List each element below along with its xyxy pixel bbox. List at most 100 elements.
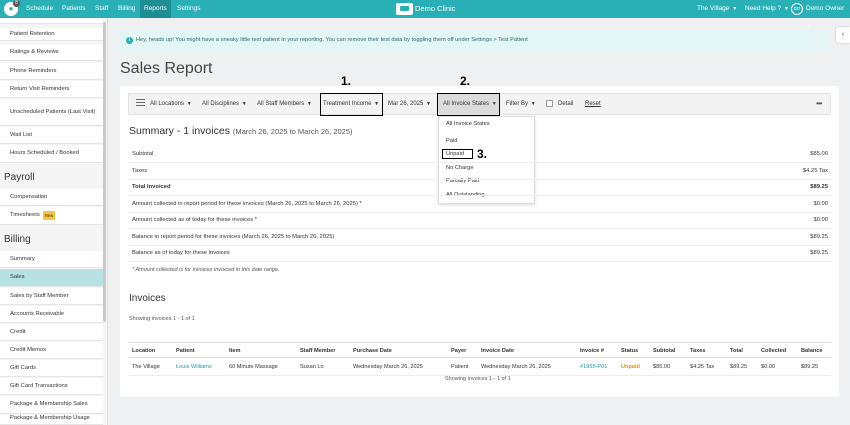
sidebar-heading-payroll: Payroll: [4, 172, 35, 183]
summary-row-balance-period: Balance in report period for these invoi…: [129, 229, 831, 246]
sidebar-item-return-visit-reminders[interactable]: Return Visit Reminders: [0, 81, 103, 98]
filter-label: All Locations: [150, 101, 185, 107]
annotation-box-2: [437, 93, 500, 116]
summary-label: Amount collected as of today for these i…: [132, 217, 258, 223]
cell-payer: Patient: [451, 364, 469, 370]
nav-schedule[interactable]: Schedule: [26, 0, 53, 18]
dropdown-option-all-invoice-states[interactable]: All Invoice States: [446, 121, 490, 127]
col-patient[interactable]: Patient: [176, 343, 195, 359]
sidebar-item-package-membership-sales[interactable]: Package & Membership Sales: [0, 396, 103, 414]
cell-invoice-number-link[interactable]: #1955-P01: [580, 358, 607, 376]
help-menu[interactable]: Need Help ? ▼: [745, 0, 789, 18]
filter-locations[interactable]: All Locations ▼: [150, 94, 192, 114]
col-invoice-date[interactable]: Invoice Date: [481, 343, 514, 359]
filter-by[interactable]: Filter By ▼: [506, 94, 536, 114]
filter-label: All Disciplines: [202, 101, 240, 107]
avatar[interactable]: DO: [791, 3, 803, 15]
top-navigation-bar: ● 8 Schedule Patients Staff Billing Repo…: [0, 0, 850, 29]
chevron-down-icon: ▼: [186, 101, 192, 107]
nav-staff[interactable]: Staff: [95, 0, 108, 18]
sidebar-item-previous[interactable]: [0, 18, 103, 24]
filter-date[interactable]: Mar 26, 2025 ▼: [388, 94, 431, 114]
col-location[interactable]: Location: [132, 343, 155, 359]
sidebar-item-package-membership-usage[interactable]: Package & Membership Usage: [0, 415, 103, 425]
clinic-switcher[interactable]: Demo Clinic: [396, 2, 455, 16]
summary-title: Summary - 1 invoices (March 26, 2025 to …: [129, 125, 353, 137]
sidebar-item-sales-by-staff[interactable]: Sales by Staff Member: [0, 288, 103, 305]
sidebar-item-label: Timesheets: [10, 212, 40, 218]
notification-badge[interactable]: 8: [13, 0, 20, 7]
summary-label: Taxes: [132, 168, 148, 174]
cell-staff-member: Susan Lo: [300, 364, 324, 370]
col-item[interactable]: Item: [229, 343, 241, 359]
col-purchase-date[interactable]: Purchase Date: [353, 343, 392, 359]
detail-checkbox[interactable]: [546, 100, 553, 107]
collapse-panel-button[interactable]: ‹: [836, 27, 850, 43]
filter-staff-members[interactable]: All Staff Members ▼: [257, 94, 312, 114]
detail-label: Detail: [558, 101, 574, 107]
sidebar-item-patient-retention[interactable]: Patient Retention: [0, 28, 103, 41]
location-label: The Village: [697, 5, 730, 12]
dropdown-option-paid[interactable]: Paid: [446, 138, 457, 144]
cell-patient-link[interactable]: Louis Williams: [176, 358, 212, 376]
chevron-down-icon: ▼: [732, 6, 738, 12]
summary-label: Total Invoiced: [132, 184, 171, 190]
summary-value: $0.00: [813, 217, 828, 223]
chevron-left-icon: ‹: [841, 31, 845, 38]
sidebar-item-timesheets[interactable]: Timesheets New: [0, 207, 103, 225]
sidebar-item-compensation[interactable]: Compensation: [0, 189, 103, 206]
cell-total: $89.25: [730, 364, 748, 370]
status-badge: Unpaid: [621, 364, 640, 370]
filter-disciplines[interactable]: All Disciplines ▼: [202, 94, 247, 114]
test-patient-banner: i Hey, heads up! You might have a sneaky…: [120, 30, 830, 51]
summary-value: $0.00: [813, 201, 828, 207]
more-options-icon[interactable]: •••: [816, 94, 822, 114]
user-name: Demo Owner: [806, 5, 845, 12]
summary-row-subtotal: Subtotal $85.00: [129, 146, 831, 163]
new-badge: New: [42, 211, 56, 220]
summary-label: Balance in report period for these invoi…: [132, 234, 335, 240]
cell-item: 60 Minute Massage: [229, 364, 278, 370]
col-balance[interactable]: Balance: [801, 343, 822, 359]
nav-reports[interactable]: Reports: [140, 0, 171, 18]
sidebar-item-hours-scheduled[interactable]: Hours Scheduled / Booked: [0, 145, 103, 163]
col-total[interactable]: Total: [730, 343, 743, 359]
sidebar-item-wait-list[interactable]: Wait List: [0, 127, 103, 144]
chevron-down-icon: ▼: [783, 6, 789, 12]
nav-billing[interactable]: Billing: [118, 0, 135, 18]
invoices-title: Invoices: [129, 293, 166, 304]
col-status[interactable]: Status: [621, 343, 638, 359]
summary-date-range: (March 26, 2025 to March 26, 2025): [232, 127, 353, 136]
user-menu[interactable]: Demo Owner ▼: [806, 0, 850, 29]
sidebar-scrollbar[interactable]: [103, 22, 106, 322]
col-payer[interactable]: Payer: [451, 343, 466, 359]
sidebar-item-sales[interactable]: Sales: [0, 269, 103, 287]
location-selector[interactable]: The Village ▼: [697, 0, 737, 18]
col-subtotal[interactable]: Subtotal: [653, 343, 675, 359]
nav-settings[interactable]: Settings: [177, 0, 201, 18]
cell-collected: $0.00: [761, 364, 775, 370]
reset-link[interactable]: Reset: [585, 94, 601, 114]
chevron-down-icon: ▼: [530, 101, 536, 107]
col-staff-member[interactable]: Staff Member: [300, 343, 335, 359]
help-label: Need Help ?: [745, 5, 782, 12]
sidebar-item-ratings-reviews[interactable]: Ratings & Reviews: [0, 45, 103, 61]
col-collected[interactable]: Collected: [761, 343, 786, 359]
sidebar-item-gift-card-transactions[interactable]: Gift Card Transactions: [0, 378, 103, 395]
nav-patients[interactable]: Patients: [62, 0, 86, 18]
summary-value: $89.25: [810, 250, 828, 256]
filter-label: Filter By: [506, 101, 529, 107]
summary-label: Subtotal: [132, 151, 154, 157]
invoices-table-header: Location Patient Item Staff Member Purch…: [129, 342, 831, 358]
sidebar-item-gift-cards[interactable]: Gift Cards: [0, 360, 103, 377]
sidebar-item-unscheduled-patients[interactable]: Unscheduled Patients (Last Visit): [0, 99, 103, 126]
col-taxes[interactable]: Taxes: [690, 343, 705, 359]
sidebar-item-credit-memos[interactable]: Credit Memos: [0, 342, 103, 359]
banner-text: Hey, heads up! You might have a sneaky l…: [136, 37, 528, 43]
sidebar-item-summary[interactable]: Summary: [0, 251, 103, 268]
sidebar-item-credit[interactable]: Credit: [0, 324, 103, 341]
clinic-logo-icon: [396, 3, 413, 16]
sidebar-item-accounts-receivable[interactable]: Accounts Receivable: [0, 306, 103, 323]
sidebar-item-phone-reminders[interactable]: Phone Reminders: [0, 63, 103, 80]
col-invoice-number[interactable]: Invoice #: [580, 343, 604, 359]
